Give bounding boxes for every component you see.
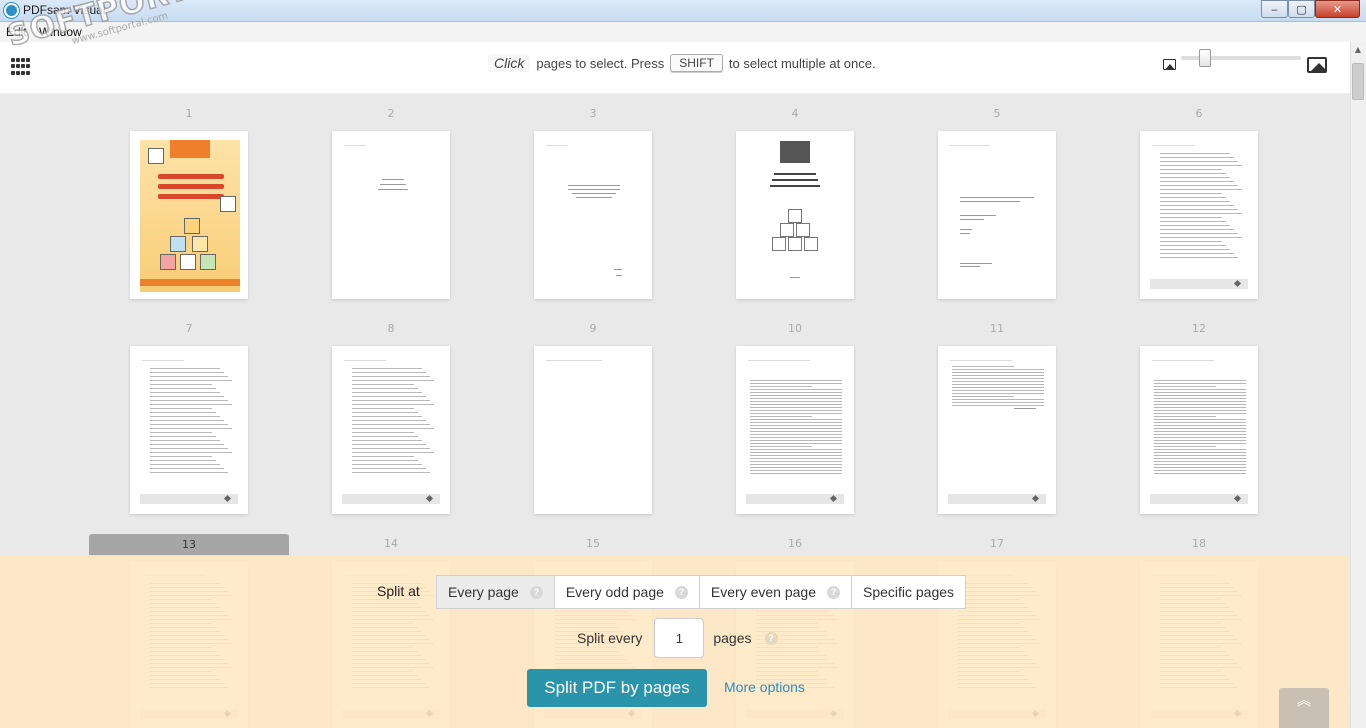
option-every-page[interactable]: Every page ? [437,576,555,608]
option-every-even-page[interactable]: Every even page ? [700,576,852,608]
page-thumbnail[interactable] [736,131,854,299]
page-number: 7 [185,322,193,335]
help-icon[interactable]: ? [674,585,688,599]
page-number: 9 [589,322,597,335]
split-every-row: Split every pages ? [577,618,778,658]
page-thumbnail[interactable] [534,346,652,514]
option-specific-pages[interactable]: Specific pages [852,576,965,608]
page-thumbnail[interactable] [938,346,1056,514]
scroll-up-arrow-icon[interactable]: ▲ [1350,42,1366,58]
page-thumbnail[interactable] [1140,346,1258,514]
more-options-link[interactable]: More options [724,679,805,695]
page-thumbnail[interactable] [332,131,450,299]
page-thumbnail[interactable] [130,131,248,299]
page-number: 8 [387,322,395,335]
page-number: 15 [586,537,600,550]
hint-shift-key: SHIFT [670,54,723,72]
hint-middle: pages to select. Press [536,55,665,71]
page-number: 6 [1195,107,1203,120]
page-number: 3 [589,107,597,120]
zoom-in-image-icon[interactable] [1307,57,1327,73]
page-thumbnail[interactable] [534,131,652,299]
vertical-scrollbar[interactable] [1350,42,1366,728]
option-label: Every odd page [565,584,664,600]
page-number: 11 [990,322,1004,335]
split-mode-selector: Every page ? Every odd page ? Every even… [436,575,967,609]
hint-end: to select multiple at once. [728,55,876,71]
pages-unit-label: pages [713,630,752,646]
page-number: 14 [384,537,398,550]
page-number: 10 [788,322,802,335]
maximize-button[interactable]: ▢ [1288,0,1315,18]
page-number: 18 [1192,537,1206,550]
page-thumbnail[interactable] [736,346,854,514]
page-number: 1 [185,107,193,120]
toolbar: Click pages to select. Press SHIFT to se… [0,42,1350,93]
split-at-label: Split at [377,583,420,599]
page-thumbnail[interactable] [1140,131,1258,299]
scrollbar-thumb[interactable] [1352,63,1364,100]
help-icon[interactable]: ? [764,631,778,645]
page-number: 5 [993,107,1001,120]
window-controls: ‒ ▢ ✕ [1261,0,1360,19]
collapse-panel-icon[interactable]: ︽ [1279,688,1329,728]
option-label: Every page [448,584,519,600]
help-icon[interactable]: ? [529,585,543,599]
page-number: 17 [990,537,1004,550]
split-settings-panel: Split at Every page ? Every odd page ? E… [0,555,1350,728]
option-label: Specific pages [862,584,955,600]
split-pdf-button[interactable]: Split PDF by pages [527,669,707,707]
page-thumbnail[interactable] [332,346,450,514]
page-thumbnail[interactable] [938,131,1056,299]
page-thumbnail[interactable] [130,346,248,514]
close-button[interactable]: ✕ [1315,0,1360,18]
page-number: 12 [1192,322,1206,335]
split-every-input[interactable] [654,618,705,658]
minimize-button[interactable]: ‒ [1261,0,1288,18]
option-label: Every even page [710,584,816,600]
hint-click: Click [488,54,531,72]
zoom-slider-thumb[interactable] [1199,49,1211,67]
page-number: 4 [791,107,799,120]
page-number: 2 [387,107,395,120]
option-every-odd-page[interactable]: Every odd page ? [555,576,700,608]
help-icon[interactable]: ? [826,585,840,599]
page-number: 16 [788,537,802,550]
zoom-out-image-icon[interactable] [1163,59,1176,70]
selection-hint: Click pages to select. Press SHIFT to se… [488,52,876,74]
split-every-label: Split every [577,630,643,646]
page-number: 13 [89,534,289,556]
